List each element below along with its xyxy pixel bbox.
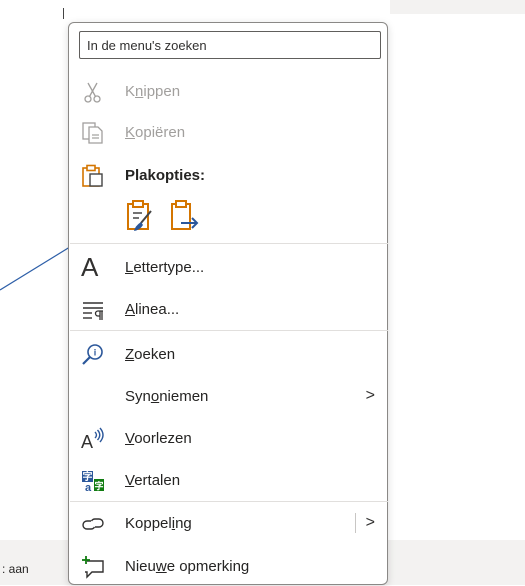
new-comment-icon xyxy=(82,556,104,579)
menu-item-translate[interactable]: 字 a 字 Vertalen xyxy=(69,460,387,500)
menu-item-synonyms[interactable]: Synoniemen > xyxy=(69,376,387,416)
svg-text:A: A xyxy=(81,432,93,451)
menu-item-search[interactable]: i Zoeken xyxy=(69,334,387,374)
link-icon xyxy=(82,518,104,530)
menu-item-label: Koppeling xyxy=(125,515,192,532)
menu-separator xyxy=(70,501,388,502)
paste-keep-source-formatting-button[interactable] xyxy=(125,199,155,233)
scissors-icon xyxy=(84,82,101,103)
document-page-edge xyxy=(390,0,525,14)
font-icon: A xyxy=(81,252,99,282)
menu-item-link[interactable]: Koppeling > xyxy=(69,503,387,543)
paste-text-only-button[interactable] xyxy=(169,199,199,233)
chevron-right-icon: > xyxy=(365,387,375,404)
menu-separator xyxy=(70,243,388,244)
paragraph-icon xyxy=(83,302,103,320)
menu-item-new-comment[interactable]: Nieuwe opmerking xyxy=(69,546,387,586)
chevron-right-icon[interactable]: > xyxy=(366,514,375,532)
clipboard-icon xyxy=(82,164,103,187)
paste-brush-icon xyxy=(127,200,152,231)
menu-item-copy[interactable]: Kopiëren xyxy=(69,112,387,152)
menu-item-paragraph[interactable]: Alinea... xyxy=(69,289,387,329)
context-menu: Knippen Kopiëren Plakopties: xyxy=(68,22,388,585)
read-aloud-icon: A xyxy=(81,427,104,451)
menu-item-cut[interactable]: Knippen xyxy=(69,71,387,111)
svg-text:a: a xyxy=(85,482,92,493)
menu-item-font[interactable]: A Lettertype... xyxy=(69,247,387,287)
svg-text:字: 字 xyxy=(94,480,103,491)
menu-item-read-aloud[interactable]: A Voorlezen xyxy=(69,418,387,458)
menu-item-label: Kopiëren xyxy=(125,124,186,141)
text-cursor xyxy=(63,8,64,19)
paste-arrow-icon xyxy=(171,200,199,230)
menu-item-label: Alinea... xyxy=(125,301,180,318)
split-divider xyxy=(355,513,356,533)
menu-item-label: Zoeken xyxy=(125,346,176,363)
document-area[interactable] xyxy=(0,0,63,585)
menu-item-label: Synoniemen xyxy=(125,388,209,405)
menu-separator xyxy=(70,330,388,331)
menu-item-label: Voorlezen xyxy=(125,430,192,447)
menu-item-label: Knippen xyxy=(125,83,181,100)
menu-search-input[interactable] xyxy=(79,31,381,59)
svg-text:i: i xyxy=(94,348,97,358)
copy-icon xyxy=(82,122,103,144)
smart-lookup-icon: i xyxy=(82,344,103,365)
paste-options-header: Plakopties: xyxy=(69,155,387,195)
status-text: : aan xyxy=(2,562,29,576)
translate-icon: 字 a 字 xyxy=(82,470,104,493)
menu-item-label: Nieuwe opmerking xyxy=(125,558,250,575)
menu-item-label: Lettertype... xyxy=(125,259,205,276)
paste-options-label: Plakopties: xyxy=(125,167,206,184)
menu-item-label: Vertalen xyxy=(125,472,181,489)
